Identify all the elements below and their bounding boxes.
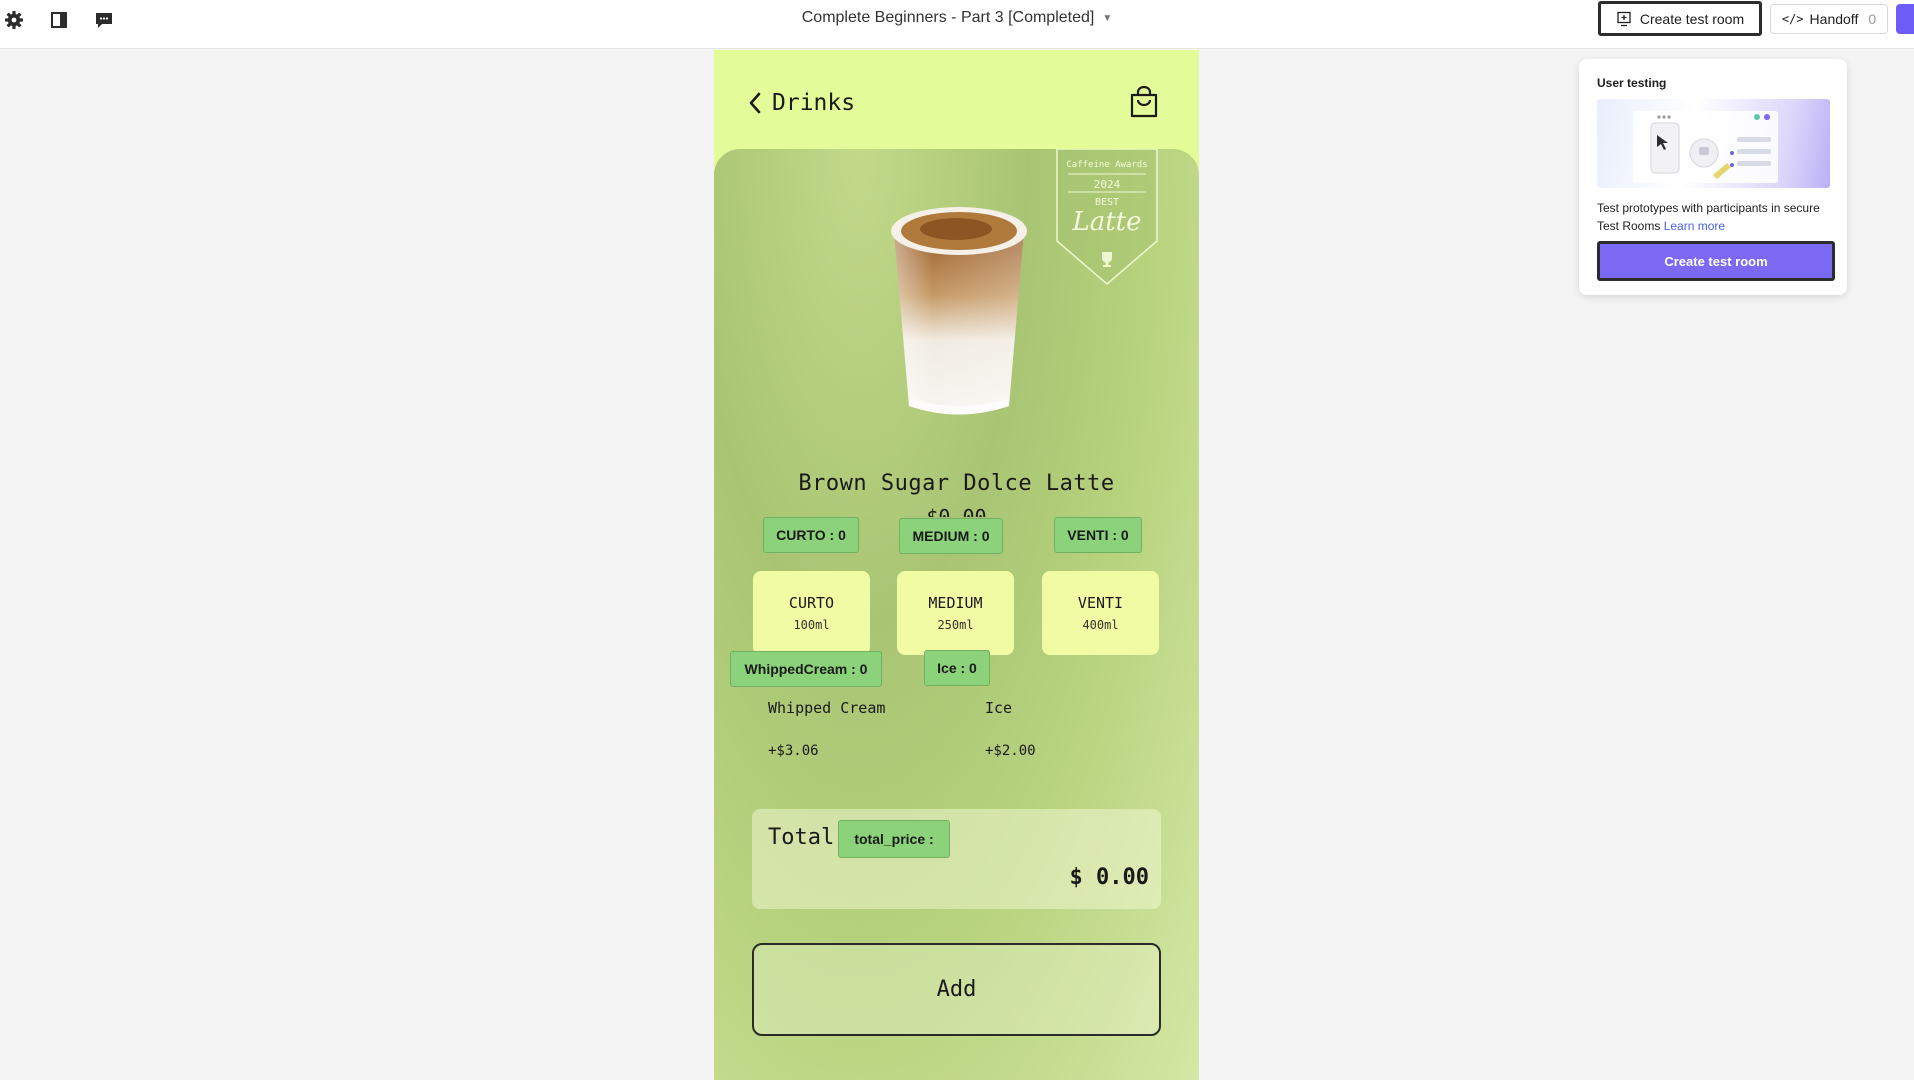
- size-option-curto[interactable]: CURTO 100ml: [753, 571, 870, 655]
- variable-tag-medium: MEDIUM : 0: [899, 518, 1003, 554]
- chevron-down-icon[interactable]: ▼: [1102, 13, 1112, 24]
- create-test-room-button[interactable]: Create test room: [1598, 1, 1762, 36]
- variable-tag-whipped-cream: WhippedCream : 0: [730, 651, 882, 687]
- chevron-left-icon: [749, 92, 761, 114]
- screen-plus-icon: [1617, 11, 1631, 26]
- trophy-icon: [1102, 252, 1112, 267]
- variable-tag-curto: CURTO : 0: [763, 517, 859, 553]
- addon-whipped-cream[interactable]: Whipped Cream: [768, 699, 885, 717]
- learn-more-link[interactable]: Learn more: [1664, 219, 1725, 233]
- sidebar-panel-icon[interactable]: [47, 8, 71, 32]
- product-card: Caffeine Awards 2024 BEST Latte Brown Su…: [714, 149, 1199, 1080]
- size-volume: 400ml: [1082, 618, 1119, 632]
- total-label: Total: [768, 825, 835, 850]
- size-name: CURTO: [788, 594, 835, 612]
- user-testing-title: User testing: [1597, 76, 1667, 90]
- addon-ice-price: +$2.00: [985, 743, 1036, 759]
- add-button[interactable]: Add: [752, 943, 1161, 1036]
- back-label: Drinks: [772, 90, 856, 116]
- variable-tag-total-price: total_price :: [838, 820, 950, 858]
- user-testing-panel: User testing Test prototypes with partic…: [1579, 59, 1847, 295]
- variable-tag-ice: Ice : 0: [924, 650, 990, 686]
- size-volume: 250ml: [937, 618, 974, 632]
- handoff-button[interactable]: </> Handoff 0: [1770, 4, 1888, 34]
- award-year: 2024: [1093, 178, 1121, 191]
- file-title-text[interactable]: Complete Beginners - Part 3 [Completed]: [802, 9, 1095, 26]
- gear-icon[interactable]: [2, 8, 26, 32]
- handoff-label: Handoff: [1809, 11, 1859, 27]
- comment-icon[interactable]: [92, 8, 116, 32]
- user-testing-description: Test prototypes with participants in sec…: [1597, 199, 1832, 235]
- award-badge: Caffeine Awards 2024 BEST Latte: [1056, 149, 1158, 285]
- user-testing-illustration: [1597, 99, 1830, 188]
- award-category: Latte: [1072, 207, 1142, 237]
- create-test-room-panel-button[interactable]: Create test room: [1597, 241, 1835, 281]
- total-amount: $ 0.00: [1069, 865, 1149, 890]
- product-name: Brown Sugar Dolce Latte: [798, 471, 1115, 496]
- product-price: $0.00: [926, 505, 987, 517]
- create-test-room-label: Create test room: [1639, 10, 1745, 27]
- total-box: Total total_price : $ 0.00: [752, 809, 1161, 909]
- size-name: MEDIUM: [928, 594, 983, 612]
- top-toolbar: Complete Beginners - Part 3 [Completed] ▼…: [0, 0, 1914, 49]
- size-option-venti[interactable]: VENTI 400ml: [1042, 571, 1159, 655]
- app-header: Drinks: [714, 50, 1199, 150]
- prototype-frame: Drinks Caffeine Awards 2024 BEST Latte B…: [714, 50, 1199, 1080]
- award-title: Caffeine Awards: [1066, 160, 1148, 170]
- shopping-bag-icon[interactable]: [1129, 86, 1159, 118]
- size-option-medium[interactable]: MEDIUM 250ml: [897, 571, 1014, 655]
- size-volume: 100ml: [793, 618, 830, 632]
- handoff-count: 0: [1868, 11, 1877, 27]
- variable-tag-venti: VENTI : 0: [1054, 517, 1142, 553]
- share-button[interactable]: [1896, 4, 1914, 34]
- addon-ice[interactable]: Ice: [985, 699, 1012, 717]
- addon-whipped-cream-price: +$3.06: [768, 743, 819, 759]
- code-icon: </>: [1781, 12, 1804, 26]
- back-button[interactable]: Drinks: [748, 88, 855, 118]
- size-name: VENTI: [1077, 594, 1124, 612]
- drink-image: [891, 207, 1027, 415]
